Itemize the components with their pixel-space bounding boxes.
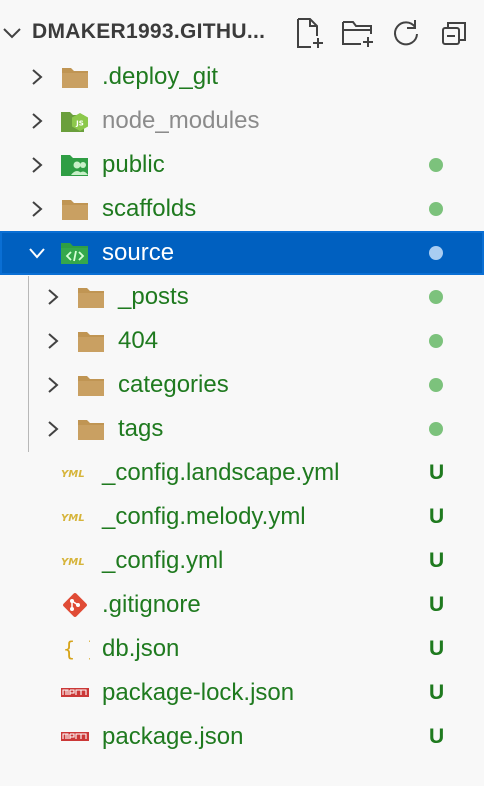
chevron-down-icon[interactable] (2, 23, 22, 43)
git-modified-dot (429, 202, 443, 216)
tree-item-label: _posts (118, 283, 189, 310)
tree-file-row[interactable]: YML _config.melody.yml U (0, 495, 484, 539)
tree-folder-row[interactable]: 404 (0, 319, 484, 363)
tree-file-row[interactable]: package-lock.json U (0, 671, 484, 715)
tree-item-label: package.json (102, 723, 244, 750)
chevron-right-icon[interactable] (28, 200, 46, 218)
chevron-right-icon[interactable] (28, 156, 46, 174)
svg-text:YML: YML (61, 557, 85, 568)
tree-folder-row[interactable]: source (0, 231, 484, 275)
git-untracked-badge: U (429, 637, 445, 660)
tree-file-row[interactable]: { } db.json U (0, 627, 484, 671)
git-untracked-badge: U (429, 681, 445, 704)
git-modified-dot (429, 378, 443, 392)
yaml-icon: YML (60, 459, 90, 487)
yaml-icon: YML (60, 503, 90, 531)
tree-item-label: db.json (102, 635, 180, 662)
git-untracked-badge: U (429, 461, 445, 484)
public-folder-icon (60, 151, 90, 179)
chevron-right-icon[interactable] (44, 332, 62, 350)
svg-text:{ }: { } (63, 637, 90, 661)
tree-item-label: .deploy_git (102, 63, 219, 90)
tree-item-label: _config.melody.yml (102, 503, 306, 530)
tree-item-label: 404 (118, 327, 159, 354)
chevron-right-icon[interactable] (28, 112, 46, 130)
tree-folder-row[interactable]: JS node_modules (0, 99, 484, 143)
tree-item-label: source (102, 239, 175, 266)
git-untracked-badge: U (429, 505, 445, 528)
git-modified-dot (429, 334, 443, 348)
chevron-right-icon[interactable] (44, 288, 62, 306)
yaml-icon: YML (60, 547, 90, 575)
git-untracked-badge: U (429, 593, 445, 616)
chevron-right-icon[interactable] (28, 68, 46, 86)
tree-item-label: scaffolds (102, 195, 197, 222)
chevron-right-icon[interactable] (44, 420, 62, 438)
git-untracked-badge: U (429, 725, 445, 748)
folder-icon (76, 415, 106, 443)
tree-folder-row[interactable]: tags (0, 407, 484, 451)
refresh-icon[interactable] (388, 16, 424, 50)
chevron-right-icon[interactable] (44, 376, 62, 394)
tree-item-label: _config.yml (102, 547, 224, 574)
folder-icon (60, 63, 90, 91)
tree-file-row[interactable]: package.json U (0, 715, 484, 759)
tree-item-label: tags (118, 415, 164, 442)
tree-file-row[interactable]: YML _config.landscape.yml U (0, 451, 484, 495)
svg-text:JS: JS (75, 120, 84, 128)
tree-folder-row[interactable]: public (0, 143, 484, 187)
folder-icon (76, 283, 106, 311)
new-file-icon[interactable] (292, 16, 328, 50)
source-folder-icon (60, 239, 90, 267)
explorer-actions (292, 16, 472, 50)
npm-icon (60, 679, 90, 707)
tree-item-label: .gitignore (102, 591, 201, 618)
git-modified-dot (429, 158, 443, 172)
svg-text:YML: YML (61, 513, 85, 524)
git-modified-dot (429, 290, 443, 304)
tree-file-row[interactable]: .gitignore U (0, 583, 484, 627)
tree-item-label: node_modules (102, 107, 260, 134)
explorer-panel: DMAKER1993.GITHU... .deploy_git JS node_… (0, 0, 484, 786)
tree-item-label: _config.landscape.yml (102, 459, 340, 486)
workspace-title[interactable]: DMAKER1993.GITHU... (32, 20, 265, 44)
json-icon: { } (60, 635, 90, 663)
tree-folder-row[interactable]: _posts (0, 275, 484, 319)
folder-icon (76, 371, 106, 399)
git-modified-dot (429, 422, 443, 436)
folder-icon (76, 327, 106, 355)
folder-icon (60, 195, 90, 223)
tree-folder-row[interactable]: scaffolds (0, 187, 484, 231)
svg-text:YML: YML (61, 469, 85, 480)
tree-file-row[interactable]: YML _config.yml U (0, 539, 484, 583)
tree-item-label: public (102, 151, 165, 178)
collapse-all-icon[interactable] (436, 16, 472, 50)
node-folder-icon: JS (60, 107, 90, 135)
git-modified-dot (429, 246, 443, 260)
tree-folder-row[interactable]: categories (0, 363, 484, 407)
tree-item-label: package-lock.json (102, 679, 295, 706)
new-folder-icon[interactable] (340, 16, 376, 50)
tree-item-label: categories (118, 371, 229, 398)
chevron-down-icon[interactable] (28, 244, 46, 262)
tree-folder-row[interactable]: .deploy_git (0, 55, 484, 99)
git-untracked-badge: U (429, 549, 445, 572)
npm-icon (60, 723, 90, 751)
git-icon (60, 591, 90, 619)
